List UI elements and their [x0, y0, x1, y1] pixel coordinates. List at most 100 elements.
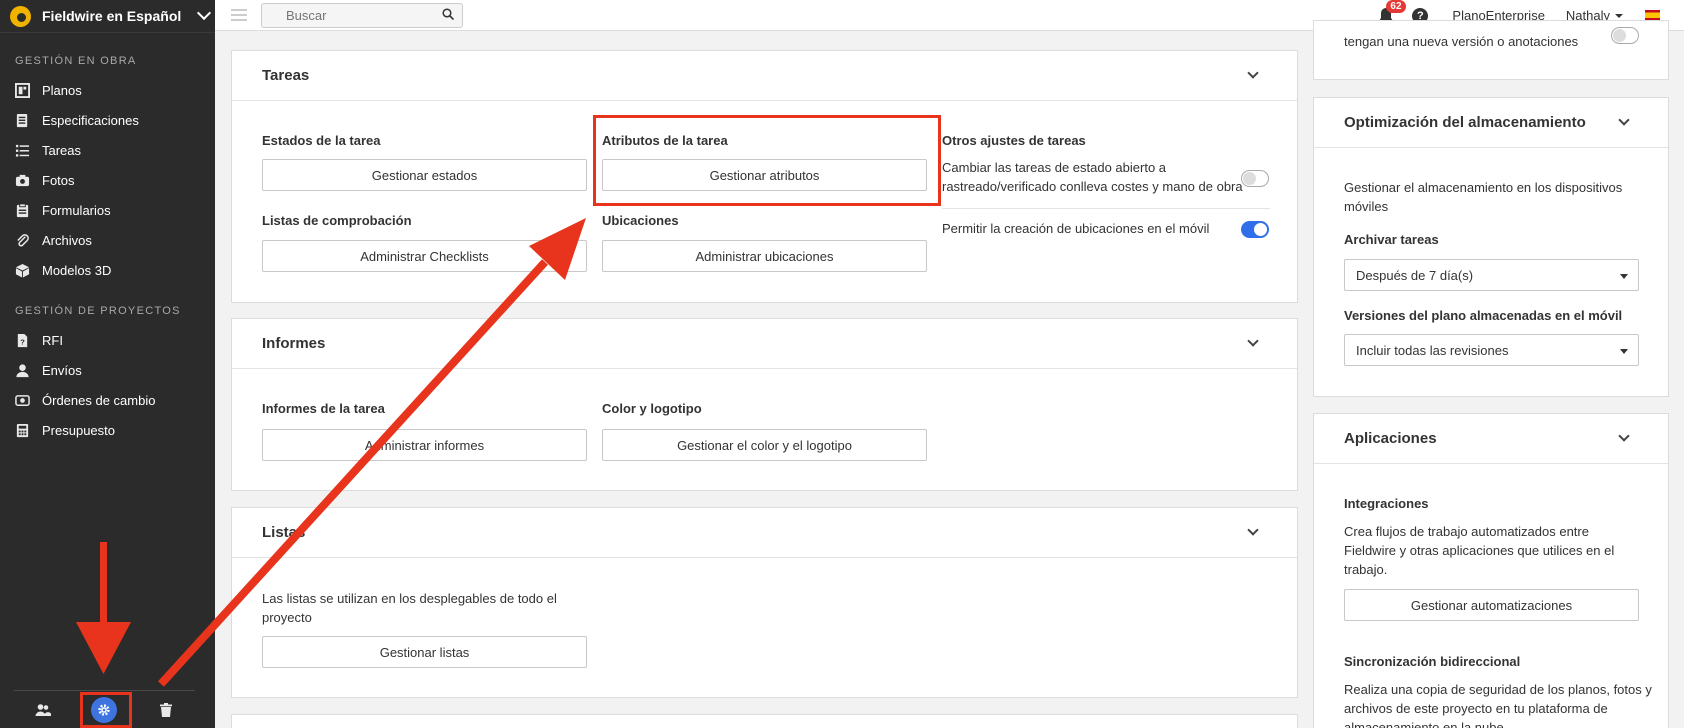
fieldwire-logo-icon: [10, 5, 31, 27]
plan-version-toggle[interactable]: [1611, 27, 1639, 44]
select-value: Después de 7 día(s): [1356, 267, 1474, 283]
storage-card: Optimización del almacenamiento Gestiona…: [1313, 97, 1669, 397]
gestionar-color-logotipo-button[interactable]: Gestionar el color y el logotipo: [602, 429, 927, 461]
sidebar-item-presupuesto[interactable]: Presupuesto: [0, 415, 215, 445]
storage-description: Gestionar el almacenamiento en los dispo…: [1344, 178, 1622, 216]
listas-description: Las listas se utilizan en los desplegabl…: [262, 589, 557, 627]
gestionar-automatizaciones-button[interactable]: Gestionar automatizaciones: [1344, 589, 1639, 621]
sidebar-item-label: Presupuesto: [42, 422, 115, 438]
next-card: [231, 714, 1298, 728]
sidebar-item-label: Formularios: [42, 202, 111, 218]
sidebar: Fieldwire en Español GESTIÓN EN OBRA Pla…: [0, 0, 215, 728]
ubicaciones-movil-toggle[interactable]: [1241, 221, 1269, 238]
project-switcher[interactable]: Fieldwire en Español: [0, 0, 215, 33]
camera-icon: [15, 173, 30, 188]
sidebar-item-label: Órdenes de cambio: [42, 392, 156, 408]
users-icon[interactable]: [34, 701, 52, 719]
sidebar-item-envios[interactable]: Envíos: [0, 355, 215, 385]
estados-label: Estados de la tarea: [262, 133, 381, 148]
sidebar-item-formularios[interactable]: Formularios: [0, 195, 215, 225]
description-line: Crea flujos de trabajo automatizados ent…: [1344, 524, 1589, 539]
administrar-ubicaciones-button[interactable]: Administrar ubicaciones: [602, 240, 927, 272]
sidebar-item-rfi[interactable]: ? RFI: [0, 325, 215, 355]
trash-icon[interactable]: [157, 701, 175, 719]
archivar-tareas-label: Archivar tareas: [1344, 232, 1439, 247]
listas-header[interactable]: Listas: [232, 508, 1297, 558]
chevron-down-icon[interactable]: [1247, 67, 1259, 79]
description-line: Las listas se utilizan en los desplegabl…: [262, 591, 557, 606]
archivar-tareas-select[interactable]: Después de 7 día(s): [1344, 259, 1639, 291]
sidebar-item-label: Envíos: [42, 362, 82, 378]
search-input[interactable]: [261, 3, 463, 28]
select-value: Incluir todas las revisiones: [1356, 342, 1509, 358]
informes-tarea-label: Informes de la tarea: [262, 401, 385, 416]
sidebar-item-label: Especificaciones: [42, 112, 139, 128]
calculator-icon: [15, 423, 30, 438]
specs-icon: [15, 113, 30, 128]
description-line: almacenamiento en la nube: [1344, 720, 1504, 728]
sidebar-item-archivos[interactable]: Archivos: [0, 225, 215, 255]
sincronizacion-description: Realiza una copia de seguridad de los pl…: [1344, 680, 1652, 728]
administrar-checklists-button[interactable]: Administrar Checklists: [262, 240, 587, 272]
highlight-box-atributos: [593, 115, 941, 206]
chevron-down-icon[interactable]: [197, 5, 212, 21]
listas-comprobacion-label: Listas de comprobación: [262, 213, 412, 228]
project-name: Fieldwire en Español: [42, 8, 182, 24]
aplicaciones-card: Aplicaciones Integraciones Crea flujos d…: [1313, 413, 1669, 728]
chevron-down-icon[interactable]: [1247, 524, 1259, 536]
chevron-down-icon[interactable]: [1618, 430, 1630, 442]
card-title: Listas: [262, 524, 306, 541]
card-title: Aplicaciones: [1344, 430, 1437, 447]
informes-card: Informes Informes de la tarea Administra…: [231, 318, 1298, 491]
administrar-informes-button[interactable]: Administrar informes: [262, 429, 587, 461]
paperclip-icon: [15, 233, 30, 248]
costes-toggle[interactable]: [1241, 170, 1269, 187]
description-line: proyecto: [262, 610, 312, 625]
sidebar-item-label: Modelos 3D: [42, 262, 112, 278]
sidebar-item-planos[interactable]: Planos: [0, 75, 215, 105]
description-line: Fieldwire y otras aplicaciones que utili…: [1344, 543, 1615, 558]
ubicaciones-label: Ubicaciones: [602, 213, 679, 228]
hamburger-menu-icon[interactable]: [231, 9, 247, 21]
storage-header[interactable]: Optimización del almacenamiento: [1314, 98, 1668, 148]
integraciones-description: Crea flujos de trabajo automatizados ent…: [1344, 522, 1614, 579]
chevron-down-icon[interactable]: [1618, 114, 1630, 126]
sidebar-item-label: RFI: [42, 332, 63, 348]
rfi-icon: ?: [15, 333, 30, 348]
description-line: móviles: [1344, 199, 1389, 214]
tasks-icon: [15, 143, 30, 158]
change-orders-icon: [15, 393, 30, 408]
gestionar-listas-button[interactable]: Gestionar listas: [262, 636, 587, 668]
versiones-plano-label: Versiones del plano almacenadas en el mó…: [1344, 308, 1623, 323]
caret-down-icon: [1620, 349, 1628, 354]
tareas-header[interactable]: Tareas: [232, 51, 1297, 101]
informes-header[interactable]: Informes: [232, 319, 1297, 369]
sidebar-item-label: Tareas: [42, 142, 82, 158]
description-line: archivos de este proyecto en tu platafor…: [1344, 701, 1608, 716]
notifications-badge: 62: [1386, 0, 1406, 13]
user-icon: [15, 363, 30, 378]
search-icon[interactable]: [442, 8, 454, 20]
gestionar-estados-button[interactable]: Gestionar estados: [262, 159, 587, 191]
sidebar-item-label: Fotos: [42, 172, 75, 188]
notifications-settings-card: tengan una nueva versión o anotaciones: [1313, 20, 1669, 80]
section-gestion-proyectos: GESTIÓN DE PROYECTOS: [15, 305, 181, 317]
sidebar-item-ordenes-cambio[interactable]: Órdenes de cambio: [0, 385, 215, 415]
sidebar-item-label: Archivos: [42, 232, 92, 248]
sidebar-item-fotos[interactable]: Fotos: [0, 165, 215, 195]
chevron-down-icon[interactable]: [1247, 335, 1259, 347]
integraciones-label: Integraciones: [1344, 496, 1429, 511]
svg-text:?: ?: [20, 337, 25, 346]
setting-ubicaciones-movil-text: Permitir la creación de ubicaciones en e…: [942, 221, 1210, 236]
caret-down-icon: [1615, 13, 1623, 18]
notification-setting-text: tengan una nueva versión o anotaciones: [1344, 34, 1579, 49]
setting-text-line: rastreado/verificado conlleva costes y m…: [942, 179, 1243, 194]
sidebar-item-label: Planos: [42, 82, 82, 98]
sidebar-item-tareas[interactable]: Tareas: [0, 135, 215, 165]
sidebar-item-especificaciones[interactable]: Especificaciones: [0, 105, 215, 135]
caret-down-icon: [1620, 274, 1628, 279]
sidebar-item-modelos-3d[interactable]: Modelos 3D: [0, 255, 215, 285]
aplicaciones-header[interactable]: Aplicaciones: [1314, 414, 1668, 464]
setting-costes-text: Cambiar las tareas de estado abierto a r…: [942, 158, 1243, 196]
versiones-plano-select[interactable]: Incluir todas las revisiones: [1344, 334, 1639, 366]
